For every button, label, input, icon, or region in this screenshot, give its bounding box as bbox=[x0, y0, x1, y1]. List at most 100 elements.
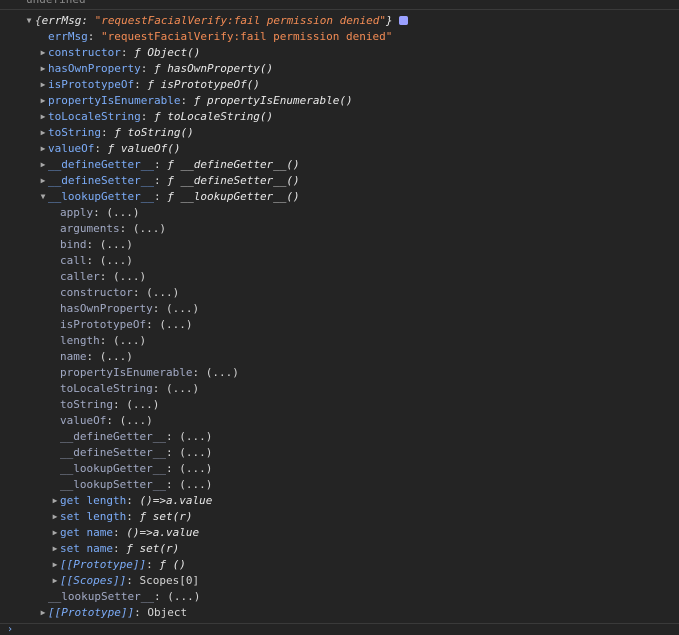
property-row[interactable]: __defineSetter__: (...) bbox=[0, 445, 679, 461]
property-row[interactable]: toString: (...) bbox=[0, 397, 679, 413]
property-row[interactable]: ▶ get name: ()=>a.value bbox=[0, 525, 679, 541]
property-row[interactable]: ▶ set name: ƒ set(r) bbox=[0, 541, 679, 557]
property-row[interactable]: __lookupSetter__: (...) bbox=[0, 589, 679, 605]
property-row[interactable]: bind: (...) bbox=[0, 237, 679, 253]
lazy-value[interactable]: (...) bbox=[166, 302, 199, 315]
property-row[interactable]: ▶ toString: ƒ toString() bbox=[0, 125, 679, 141]
function-glyph: ƒ bbox=[153, 110, 168, 123]
property-row[interactable]: ▶ propertyIsEnumerable: ƒ propertyIsEnume… bbox=[0, 93, 679, 109]
property-row[interactable]: ▶ set length: ƒ set(r) bbox=[0, 509, 679, 525]
lazy-value[interactable]: (...) bbox=[133, 222, 166, 235]
triangle-right-icon[interactable]: ▶ bbox=[50, 557, 60, 573]
property-separator: : bbox=[153, 590, 168, 603]
lazy-value[interactable]: (...) bbox=[167, 590, 200, 603]
property-row[interactable]: constructor: (...) bbox=[0, 285, 679, 301]
property-row[interactable]: ▶ __defineSetter__: ƒ __defineSetter__() bbox=[0, 173, 679, 189]
log-object-header[interactable]: ▼ {errMsg: "requestFacialVerify:fail per… bbox=[0, 13, 679, 29]
property-row[interactable]: valueOf: (...) bbox=[0, 413, 679, 429]
property-separator: : bbox=[112, 398, 127, 411]
triangle-down-icon[interactable]: ▼ bbox=[38, 189, 48, 205]
property-separator: : bbox=[180, 94, 194, 107]
property-row[interactable]: ▶ [[Prototype]]: ƒ () bbox=[0, 557, 679, 573]
property-row[interactable]: __lookupSetter__: (...) bbox=[0, 477, 679, 493]
property-row[interactable]: ▶ constructor: ƒ Object() bbox=[0, 45, 679, 61]
triangle-right-icon[interactable]: ▶ bbox=[50, 525, 60, 541]
lazy-value[interactable]: (...) bbox=[179, 478, 212, 491]
property-row[interactable]: toLocaleString: (...) bbox=[0, 381, 679, 397]
property-value: set(r) bbox=[152, 510, 193, 523]
property-key: set length bbox=[60, 510, 127, 523]
property-row[interactable]: ▶ toLocaleString: ƒ toLocaleString() bbox=[0, 109, 679, 125]
property-row[interactable]: ▶ valueOf: ƒ valueOf() bbox=[0, 141, 679, 157]
property-separator: : bbox=[132, 286, 147, 299]
property-value: ()=>a.value bbox=[139, 494, 213, 507]
property-value: propertyIsEnumerable() bbox=[206, 94, 353, 107]
triangle-down-icon[interactable]: ▼ bbox=[24, 13, 34, 29]
close-brace: } bbox=[386, 14, 393, 27]
property-row[interactable]: caller: (...) bbox=[0, 269, 679, 285]
lazy-value[interactable]: (...) bbox=[146, 286, 179, 299]
property-row[interactable]: ▶ [[Scopes]]: Scopes[0] bbox=[0, 573, 679, 589]
lazy-value[interactable]: (...) bbox=[206, 366, 239, 379]
property-separator: : bbox=[93, 206, 107, 219]
property-row[interactable]: ▶ isPrototypeOf: ƒ isPrototypeOf() bbox=[0, 77, 679, 93]
property-row[interactable]: ▼ __lookupGetter__: ƒ __lookupGetter__() bbox=[0, 189, 679, 205]
triangle-right-icon[interactable]: ▶ bbox=[38, 173, 48, 189]
lazy-value[interactable]: (...) bbox=[166, 382, 199, 395]
property-key: __defineGetter__ bbox=[60, 430, 166, 443]
lazy-value[interactable]: (...) bbox=[100, 254, 133, 267]
triangle-right-icon[interactable]: ▶ bbox=[38, 93, 48, 109]
lazy-value[interactable]: (...) bbox=[120, 414, 153, 427]
property-row[interactable]: name: (...) bbox=[0, 349, 679, 365]
info-badge-icon[interactable] bbox=[398, 16, 408, 25]
function-glyph: ƒ bbox=[193, 94, 207, 107]
property-row[interactable]: __defineGetter__: (...) bbox=[0, 429, 679, 445]
triangle-right-icon[interactable]: ▶ bbox=[38, 109, 48, 125]
property-row[interactable]: arguments: (...) bbox=[0, 221, 679, 237]
lazy-value[interactable]: (...) bbox=[179, 462, 212, 475]
devtools-console: undefined ▼ {errMsg: "requestFacialVerif… bbox=[0, 0, 679, 635]
property-row[interactable]: ▶ hasOwnProperty: ƒ hasOwnProperty() bbox=[0, 61, 679, 77]
triangle-right-icon[interactable]: ▶ bbox=[38, 77, 48, 93]
property-row[interactable]: length: (...) bbox=[0, 333, 679, 349]
property-value: () bbox=[172, 558, 186, 571]
lazy-value[interactable]: (...) bbox=[100, 238, 133, 251]
function-glyph: ƒ bbox=[167, 158, 181, 171]
lazy-value[interactable]: (...) bbox=[106, 206, 139, 219]
property-separator: : bbox=[134, 606, 148, 619]
property-row[interactable]: isPrototypeOf: (...) bbox=[0, 317, 679, 333]
property-key: __lookupGetter__ bbox=[60, 462, 166, 475]
property-row[interactable]: ▶ [[Prototype]]: Object bbox=[0, 605, 679, 621]
function-glyph: ƒ bbox=[147, 78, 161, 91]
lazy-value[interactable]: (...) bbox=[179, 430, 212, 443]
triangle-right-icon[interactable]: ▶ bbox=[38, 45, 48, 61]
console-prompt-bar[interactable]: › bbox=[0, 623, 679, 635]
property-key: propertyIsEnumerable bbox=[48, 94, 181, 107]
lazy-value[interactable]: (...) bbox=[100, 350, 133, 363]
property-row[interactable]: __lookupGetter__: (...) bbox=[0, 461, 679, 477]
lazy-value[interactable]: (...) bbox=[126, 398, 159, 411]
property-value: ()=>a.value bbox=[126, 526, 200, 539]
property-row[interactable]: call: (...) bbox=[0, 253, 679, 269]
lazy-value[interactable]: (...) bbox=[159, 318, 192, 331]
property-value: "requestFacialVerify:fail permission den… bbox=[101, 30, 393, 43]
property-row[interactable]: hasOwnProperty: (...) bbox=[0, 301, 679, 317]
header-key: errMsg bbox=[41, 14, 82, 27]
property-row[interactable]: apply: (...) bbox=[0, 205, 679, 221]
triangle-right-icon[interactable]: ▶ bbox=[38, 61, 48, 77]
triangle-right-icon[interactable]: ▶ bbox=[38, 141, 48, 157]
triangle-right-icon[interactable]: ▶ bbox=[50, 509, 60, 525]
property-separator: : bbox=[146, 558, 160, 571]
triangle-right-icon[interactable]: ▶ bbox=[38, 125, 48, 141]
triangle-right-icon[interactable]: ▶ bbox=[50, 493, 60, 509]
property-row[interactable]: ▶ __defineGetter__: ƒ __defineGetter__() bbox=[0, 157, 679, 173]
lazy-value[interactable]: (...) bbox=[113, 270, 146, 283]
triangle-right-icon[interactable]: ▶ bbox=[38, 157, 48, 173]
triangle-right-icon[interactable]: ▶ bbox=[38, 605, 48, 621]
property-row[interactable]: ▶ get length: ()=>a.value bbox=[0, 493, 679, 509]
triangle-right-icon[interactable]: ▶ bbox=[50, 573, 60, 589]
triangle-right-icon[interactable]: ▶ bbox=[50, 541, 60, 557]
property-row[interactable]: propertyIsEnumerable: (...) bbox=[0, 365, 679, 381]
lazy-value[interactable]: (...) bbox=[179, 446, 212, 459]
lazy-value[interactable]: (...) bbox=[113, 334, 146, 347]
